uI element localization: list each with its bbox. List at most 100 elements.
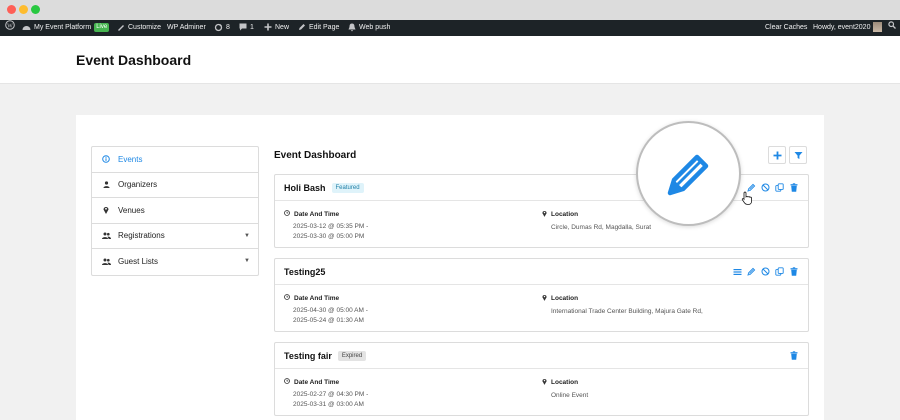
event-card-header: Testing25 — [275, 259, 808, 285]
trash-icon[interactable] — [789, 351, 798, 360]
event-card-body: Date And Time 2025-02-27 @ 04:30 PM - 20… — [275, 369, 808, 415]
date-label: Date And Time — [294, 378, 340, 386]
edit-page-link[interactable]: Edit Page — [298, 20, 339, 36]
hand-pointer-icon — [741, 191, 753, 210]
chevron-down-icon[interactable]: ▼ — [244, 258, 250, 264]
expired-badge: Expired — [337, 350, 367, 361]
avatar — [873, 22, 883, 33]
updates-count: 8 — [226, 24, 230, 31]
event-card-header: Testing fair Expired — [275, 343, 808, 369]
filter-button[interactable] — [789, 146, 807, 164]
clock-icon — [284, 294, 290, 302]
event-card: Testing fair Expired Date And Time 2025-… — [274, 342, 809, 416]
map-marker-icon — [542, 294, 547, 303]
pencil-icon — [299, 24, 305, 31]
trash-icon[interactable] — [789, 267, 798, 276]
date-end: 2025-03-30 @ 05:00 PM — [293, 233, 365, 240]
info-circle-icon — [101, 155, 111, 164]
users-icon — [101, 232, 111, 240]
updates-icon — [214, 23, 223, 31]
event-actions — [747, 183, 798, 192]
sidebar-item-label: Venues — [118, 205, 145, 215]
event-name[interactable]: Testing25 — [284, 267, 325, 277]
sidebar-item-label: Events — [118, 154, 143, 164]
page-title: Event Dashboard — [76, 52, 192, 68]
live-badge: Live — [94, 22, 110, 32]
comments-link[interactable]: 1 — [239, 20, 254, 36]
date-start: 2025-02-27 @ 04:30 PM - — [293, 391, 369, 398]
web-push-label: Web push — [359, 24, 391, 31]
bell-icon — [348, 23, 356, 31]
plus-icon — [264, 23, 272, 31]
featured-badge: Featured — [331, 182, 364, 193]
page-header: Event Dashboard — [0, 36, 900, 84]
customize-label: Customize — [128, 24, 162, 31]
edit-icon[interactable] — [747, 267, 756, 276]
map-marker-icon — [101, 206, 111, 215]
account-menu[interactable]: Howdy, event2020 — [813, 20, 883, 36]
edit-icon — [667, 154, 708, 195]
customize-link[interactable]: Customize — [117, 20, 161, 36]
clear-caches-label: Clear Caches — [765, 24, 808, 31]
location-value: Online Event — [551, 392, 589, 399]
admin-bar: W My Event Platform Live Customize WP Adm… — [0, 20, 900, 36]
window-titlebar — [0, 0, 900, 20]
event-actions — [789, 351, 798, 360]
filter-icon — [794, 151, 802, 159]
sidebar-item-label: Registrations — [118, 231, 165, 241]
date-end: 2025-05-24 @ 01:30 AM — [293, 317, 364, 324]
comment-icon — [239, 23, 247, 31]
duplicate-icon[interactable] — [775, 267, 784, 276]
location-value: International Trade Center Building, Maj… — [551, 308, 703, 315]
map-marker-icon — [542, 378, 547, 387]
date-end: 2025-03-31 @ 03:00 AM — [293, 401, 364, 408]
event-name[interactable]: Testing fair — [284, 351, 332, 361]
site-name-link[interactable]: My Event Platform Live — [22, 20, 110, 36]
event-card-body: Date And Time 2025-04-30 @ 05:00 AM - 20… — [275, 285, 808, 331]
menu-icon[interactable] — [733, 267, 742, 276]
add-event-button[interactable] — [768, 146, 786, 164]
date-start: 2025-03-12 @ 05:35 PM - — [293, 223, 369, 230]
trash-icon[interactable] — [789, 183, 798, 192]
date-start: 2025-04-30 @ 05:00 AM - — [293, 307, 368, 314]
location-label: Location — [551, 211, 579, 218]
plus-icon — [773, 151, 781, 159]
duplicate-icon[interactable] — [775, 183, 784, 192]
svg-text:W: W — [7, 23, 13, 29]
minimize-window-button[interactable] — [19, 5, 28, 14]
dashboard-sidebar: Events Organizers Venues Registrations ▼ — [91, 146, 259, 276]
chevron-down-icon[interactable]: ▼ — [244, 233, 250, 239]
main-title: Event Dashboard — [274, 150, 357, 161]
new-content-link[interactable]: New — [264, 20, 289, 36]
date-label: Date And Time — [294, 294, 340, 302]
cancel-icon[interactable] — [761, 183, 770, 192]
edit-page-label: Edit Page — [309, 24, 340, 31]
clock-icon — [284, 378, 290, 386]
sidebar-item-venues[interactable]: Venues — [92, 198, 258, 224]
sidebar-item-organizers[interactable]: Organizers — [92, 173, 258, 198]
search-icon[interactable] — [888, 20, 896, 36]
new-label: New — [275, 24, 290, 31]
close-window-button[interactable] — [7, 5, 16, 14]
location-label: Location — [551, 295, 579, 302]
web-push-link[interactable]: Web push — [348, 20, 390, 36]
event-card: Testing25 Date And Time 2025-04-30 @ 05:… — [274, 258, 809, 332]
maximize-window-button[interactable] — [31, 5, 40, 14]
updates-link[interactable]: 8 — [214, 20, 230, 36]
clear-caches-link[interactable]: Clear Caches — [765, 20, 807, 36]
location-label: Location — [551, 379, 579, 386]
users-icon — [101, 258, 111, 266]
magnifier-callout — [636, 121, 741, 226]
wp-adminer-link[interactable]: WP Adminer — [167, 20, 206, 36]
dashboard-icon — [22, 26, 31, 31]
date-label: Date And Time — [294, 210, 340, 218]
event-name[interactable]: Holi Bash — [284, 183, 326, 193]
map-marker-icon — [542, 210, 547, 219]
sidebar-item-guest-lists[interactable]: Guest Lists ▼ — [92, 249, 258, 275]
wordpress-logo-icon[interactable]: W — [5, 20, 15, 36]
sidebar-item-events[interactable]: Events — [92, 147, 258, 173]
brush-icon — [118, 25, 124, 32]
user-icon — [101, 181, 111, 189]
cancel-icon[interactable] — [761, 267, 770, 276]
sidebar-item-registrations[interactable]: Registrations ▼ — [92, 224, 258, 249]
